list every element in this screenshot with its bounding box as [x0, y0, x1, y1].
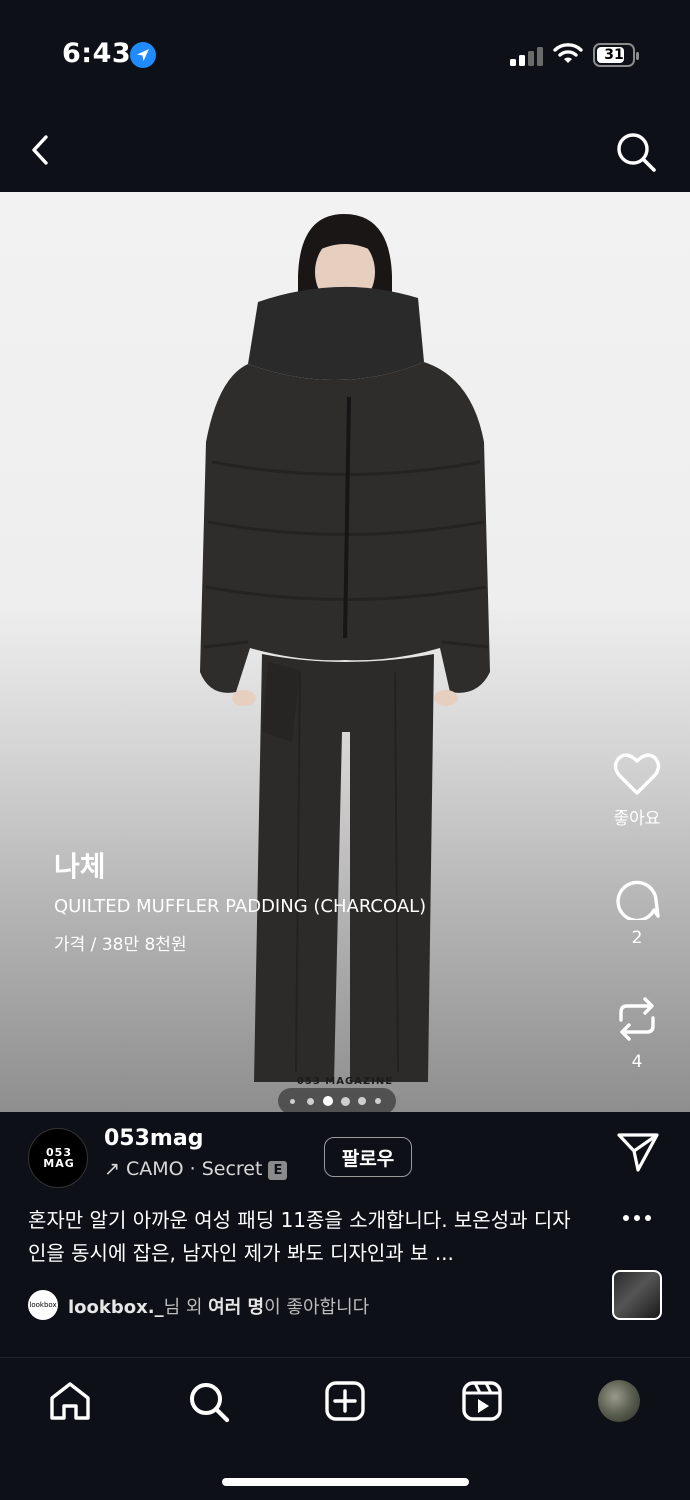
repost-action[interactable]: 4: [600, 994, 674, 1072]
more-horizontal-icon[interactable]: [622, 1214, 652, 1222]
heart-icon[interactable]: [613, 752, 661, 796]
carousel-dot: [375, 1098, 381, 1104]
explicit-badge: E: [268, 1161, 288, 1180]
account-username[interactable]: 053mag: [104, 1126, 203, 1151]
battery-level: 31: [604, 47, 624, 63]
post-info: 053 MAG 053mag ↗ CAMO · Secret E 팔로우 혼자만 …: [0, 1112, 690, 1357]
carousel-dot: [358, 1097, 366, 1105]
product-name: QUILTED MUFFLER PADDING (CHARCOAL): [54, 896, 427, 917]
location-arrow-icon: [130, 42, 156, 68]
plus-square-icon[interactable]: [324, 1380, 366, 1422]
carousel-dot-active: [323, 1096, 333, 1106]
home-icon[interactable]: [48, 1380, 92, 1422]
liked-by-user[interactable]: lookbox._: [68, 1297, 164, 1318]
carousel-dot: [341, 1097, 350, 1106]
status-time: 6:43: [62, 38, 132, 69]
model-illustration: [200, 214, 490, 1082]
status-bar: 6:43 31: [0, 0, 690, 110]
carousel-indicator: [278, 1088, 396, 1114]
post-image[interactable]: 053 MAGAZINE: [0, 192, 690, 1112]
brand-title: 나체: [54, 850, 106, 883]
send-icon[interactable]: [616, 1130, 660, 1174]
watermark-text: 053 MAGAZINE: [296, 1076, 394, 1087]
account-avatar[interactable]: 053 MAG: [28, 1128, 88, 1188]
like-action[interactable]: 좋아요: [600, 752, 674, 829]
comment-count: 2: [631, 928, 643, 948]
comment-icon[interactable]: [614, 874, 660, 923]
follow-button[interactable]: 팔로우: [324, 1137, 412, 1177]
wifi-icon: [553, 43, 583, 63]
liked-by-suffix: 이 좋아합니다: [264, 1297, 370, 1318]
like-label: 좋아요: [613, 809, 661, 829]
search-icon[interactable]: [614, 130, 658, 174]
post-caption[interactable]: 혼자만 알기 아까운 여성 패딩 11종을 소개합니다. 보온성과 디자인을 동…: [28, 1204, 578, 1270]
repost-count: 4: [631, 1052, 643, 1072]
carousel-dot: [290, 1099, 295, 1104]
reels-icon[interactable]: [461, 1380, 503, 1422]
search-icon[interactable]: [187, 1380, 231, 1424]
product-price: 가격 / 38만 8천원: [54, 935, 187, 955]
account-avatar-text: 053 MAG: [43, 1146, 75, 1170]
music-text: ↗ CAMO · Secret: [104, 1158, 263, 1180]
music-attribution[interactable]: ↗ CAMO · Secret E: [104, 1158, 288, 1180]
battery-icon: 31: [593, 43, 639, 67]
top-nav-bar: [0, 110, 690, 192]
comment-action[interactable]: 2: [600, 874, 674, 948]
profile-avatar[interactable]: [598, 1380, 640, 1422]
liked-by-avatar: lookbox: [28, 1290, 58, 1320]
carousel-dot: [307, 1098, 314, 1105]
liked-by-others[interactable]: 여러 명: [208, 1297, 264, 1318]
liked-by-middle: 님 외: [163, 1297, 209, 1318]
cellular-signal-icon: [510, 46, 544, 66]
reel-thumbnail[interactable]: [612, 1270, 662, 1320]
bottom-tab-bar: [0, 1357, 690, 1500]
home-indicator: [222, 1478, 469, 1486]
chevron-left-icon[interactable]: [26, 132, 56, 168]
repost-icon[interactable]: [615, 994, 659, 1044]
liked-by-text: lookbox._님 외 여러 명이 좋아합니다: [68, 1293, 369, 1319]
